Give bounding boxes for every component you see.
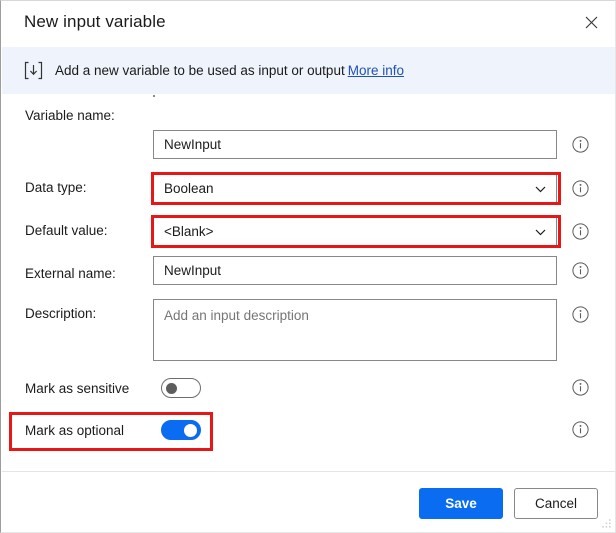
resize-grip-icon[interactable] xyxy=(600,517,612,529)
info-icon-data-type[interactable] xyxy=(572,180,589,197)
external-name-value: NewInput xyxy=(164,263,222,278)
dropdown-default-value[interactable]: <Blank> xyxy=(153,217,557,246)
banner-message: Add a new variable to be used as input o… xyxy=(55,63,345,78)
variable-name-value: NewInput xyxy=(164,137,222,152)
cancel-button[interactable]: Cancel xyxy=(514,488,598,519)
toggle-mark-as-sensitive[interactable] xyxy=(161,378,201,398)
info-icon-external-name[interactable] xyxy=(572,262,589,279)
banner-text: Add a new variable to be used as input o… xyxy=(55,63,404,78)
field-label-external-name: External name: xyxy=(25,266,116,281)
input-variable-name[interactable]: NewInput xyxy=(153,130,557,159)
field-label-data-type: Data type: xyxy=(25,180,87,195)
info-icon-default-value[interactable] xyxy=(572,223,589,240)
dialog-titlebar: New input variable xyxy=(1,1,615,46)
info-icon-description[interactable] xyxy=(572,306,589,323)
field-label-description: Description: xyxy=(25,306,97,321)
input-variable-icon xyxy=(24,61,43,80)
field-label-variable-name: Variable name: xyxy=(25,108,115,123)
more-info-link[interactable]: More info xyxy=(348,63,404,78)
info-icon-variable-name[interactable] xyxy=(572,136,589,153)
dropdown-data-type[interactable]: Boolean xyxy=(153,174,557,203)
info-icon-mark-as-sensitive[interactable] xyxy=(572,379,589,396)
textarea-description[interactable]: Add an input description xyxy=(153,299,557,361)
toggle-knob xyxy=(184,424,197,437)
variable-name-input[interactable] xyxy=(153,95,155,97)
field-label-default-value: Default value: xyxy=(25,223,108,238)
description-placeholder: Add an input description xyxy=(164,308,309,323)
toggle-mark-as-optional[interactable] xyxy=(161,420,201,440)
data-type-value: Boolean xyxy=(164,181,214,196)
footer-divider xyxy=(2,471,615,472)
default-value-value: <Blank> xyxy=(164,224,214,239)
save-button[interactable]: Save xyxy=(419,488,503,519)
chevron-down-icon xyxy=(535,186,546,192)
close-icon[interactable] xyxy=(574,7,608,37)
new-input-variable-dialog: New input variable Add a new variable to… xyxy=(0,0,616,533)
info-banner: Add a new variable to be used as input o… xyxy=(2,47,615,94)
input-external-name[interactable]: NewInput xyxy=(153,256,557,285)
toggle-knob xyxy=(166,383,177,394)
chevron-down-icon xyxy=(535,229,546,235)
info-icon-mark-as-optional[interactable] xyxy=(572,421,589,438)
toggle-label-mark-as-optional: Mark as optional xyxy=(25,423,125,438)
toggle-label-mark-as-sensitive: Mark as sensitive xyxy=(25,381,130,396)
dialog-title: New input variable xyxy=(24,12,166,31)
